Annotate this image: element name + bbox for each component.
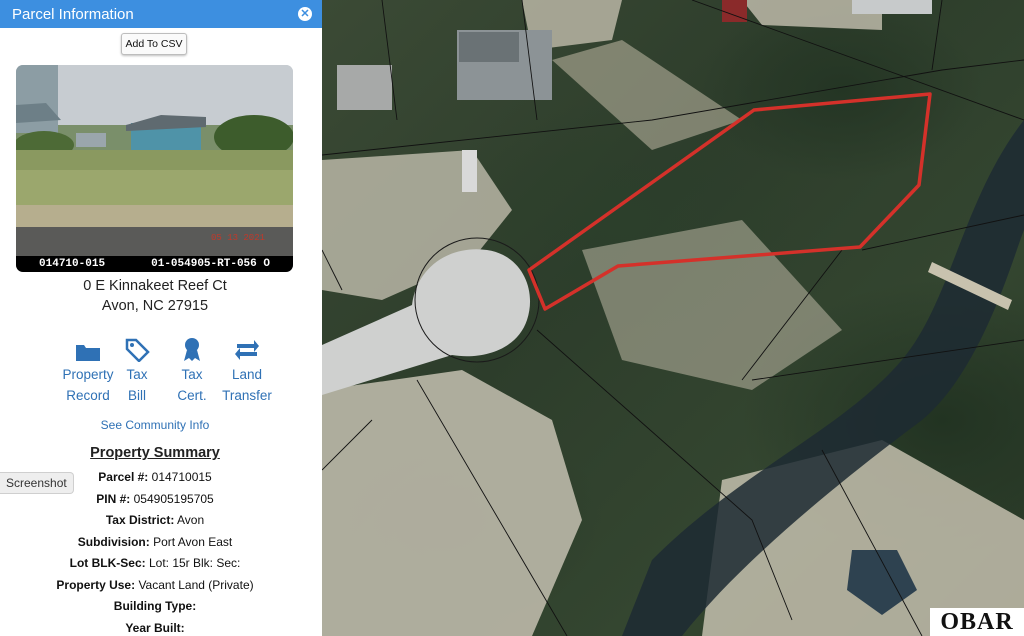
summary-label: Lot BLK-Sec: bbox=[69, 556, 146, 570]
community-info-link[interactable]: See Community Info bbox=[0, 418, 310, 432]
aerial-map[interactable]: OBAR bbox=[322, 0, 1024, 636]
house-roof bbox=[337, 65, 392, 110]
summary-label: Year Built: bbox=[125, 620, 185, 635]
summary-row: Year Built: bbox=[0, 618, 310, 636]
summary-value: Port Avon East bbox=[153, 534, 233, 549]
parcel-info-panel: Parcel Information ✕ Add To CSV 05 13 20… bbox=[0, 0, 322, 636]
action-label-line1: Land bbox=[231, 367, 263, 382]
sand-area bbox=[582, 220, 842, 390]
ribbon-icon bbox=[162, 338, 222, 362]
action-label-line2: Cert. bbox=[177, 388, 207, 403]
summary-label: PIN #: bbox=[96, 491, 131, 506]
obar-logo: OBAR bbox=[930, 608, 1024, 636]
summary-row: Building Type: bbox=[0, 596, 310, 618]
summary-title: Property Summary bbox=[90, 445, 220, 461]
summary-row: Lot BLK-Sec: Lot: 15r Blk: Sec: bbox=[0, 553, 310, 575]
address-block: 0 E Kinnakeet Reef Ct Avon, NC 27915 bbox=[0, 276, 310, 316]
panel-header: Parcel Information ✕ bbox=[0, 0, 322, 28]
address-line2: Avon, NC 27915 bbox=[101, 298, 209, 314]
sand-area bbox=[322, 370, 582, 636]
panel-title: Parcel Information bbox=[12, 5, 134, 23]
summary-value: Vacant Land (Private) bbox=[138, 577, 254, 592]
house-roof bbox=[462, 150, 477, 192]
summary-label: Tax District: bbox=[105, 513, 175, 527]
map-overlay bbox=[322, 0, 1024, 636]
address-line1: 0 E Kinnakeet Reef Ct bbox=[83, 278, 227, 294]
tag-icon bbox=[107, 338, 167, 362]
house-roof bbox=[459, 32, 519, 62]
summary-label: Property Use: bbox=[56, 577, 136, 592]
action-label-line1: Tax bbox=[126, 367, 148, 382]
tax-bill-link[interactable]: Tax Bill bbox=[107, 338, 167, 406]
action-label-line1: Tax bbox=[181, 367, 203, 382]
photo-caption: 014710-015 01-054905-RT-056 O bbox=[16, 256, 293, 272]
svg-text:05 13 2021: 05 13 2021 bbox=[211, 233, 265, 243]
photo-caption-right: 01-054905-RT-056 O bbox=[151, 258, 270, 270]
photo-scene: 05 13 2021 bbox=[16, 65, 293, 256]
house-roof bbox=[852, 0, 932, 14]
summary-label: Parcel #: bbox=[98, 470, 149, 484]
land-transfer-link[interactable]: Land Transfer bbox=[217, 338, 277, 406]
summary-row: Subdivision: Port Avon East bbox=[0, 532, 310, 554]
action-label-line2: Transfer bbox=[222, 388, 272, 403]
screenshot-button[interactable]: Screenshot bbox=[0, 472, 74, 494]
summary-value: 014710015 bbox=[151, 470, 212, 484]
summary-value: 054905195705 bbox=[133, 491, 214, 506]
photo-caption-left: 014710-015 bbox=[39, 258, 106, 270]
sand-area bbox=[552, 40, 742, 150]
tax-cert-link[interactable]: Tax Cert. bbox=[162, 338, 222, 406]
summary-value: Avon bbox=[177, 513, 205, 527]
summary-label: Building Type: bbox=[113, 599, 197, 613]
summary-row: Tax District: Avon bbox=[0, 510, 310, 532]
summary-label: Subdivision: bbox=[77, 534, 150, 549]
transfer-icon bbox=[217, 338, 277, 362]
property-photo: 05 13 2021 014710-015 01-054905-RT-056 O bbox=[16, 65, 293, 272]
summary-row: Property Use: Vacant Land (Private) bbox=[0, 575, 310, 597]
add-to-csv-button[interactable]: Add To CSV bbox=[121, 33, 187, 55]
summary-value: Lot: 15r Blk: Sec: bbox=[148, 556, 241, 570]
close-icon[interactable]: ✕ bbox=[298, 7, 312, 21]
action-links: Property Record Tax Bill Tax Cert. Land … bbox=[0, 338, 310, 408]
action-label-line2: Bill bbox=[127, 388, 146, 403]
